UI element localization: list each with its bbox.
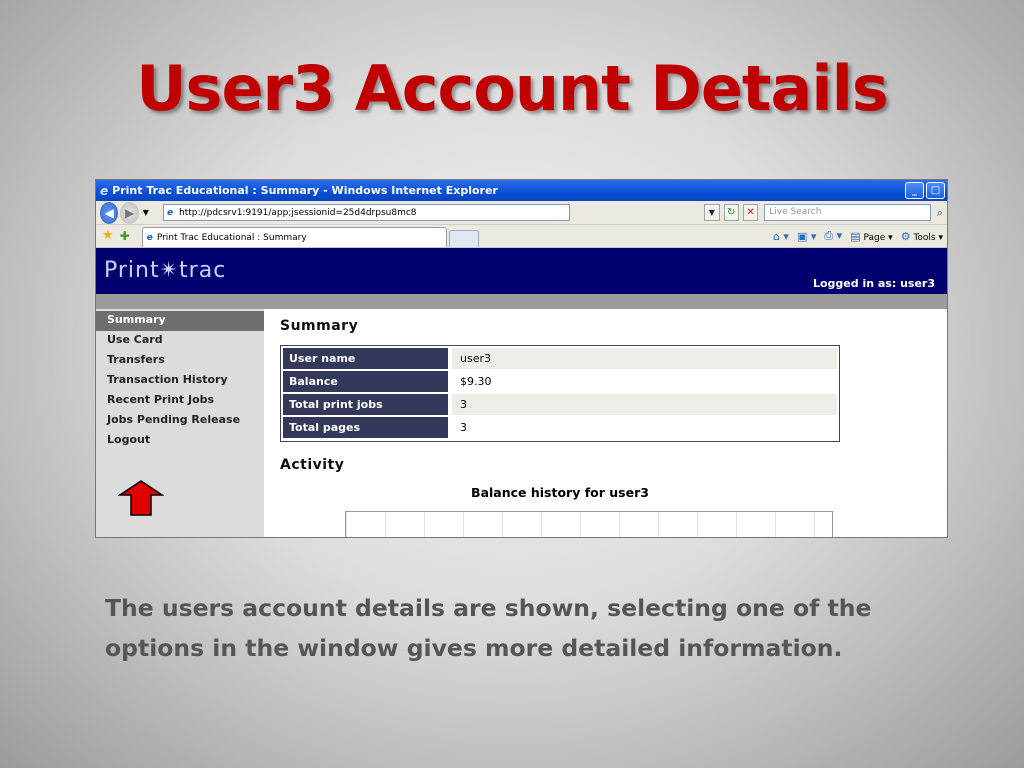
print-icon[interactable]: ⎙ ▾: [824, 229, 842, 243]
slide-caption: The users account details are shown, sel…: [105, 594, 872, 662]
table-row: User name user3: [283, 348, 837, 369]
sidebar-item-jobs-pending-release[interactable]: Jobs Pending Release: [96, 411, 264, 431]
address-bar[interactable]: e http://pdcsrv1:9191/app;jsessionid=25d…: [162, 204, 571, 221]
page-icon: e: [166, 207, 174, 218]
row-key: Total pages: [283, 417, 448, 438]
balance-chart-frame: [345, 511, 833, 537]
printtrac-header: Print✴trac Logged in as: user3: [96, 248, 947, 294]
table-row: Balance $9.30: [283, 371, 837, 392]
sidebar-item-use-card[interactable]: Use Card: [96, 331, 264, 351]
tab-bar: ★ ✚ e Print Trac Educational : Summary ⌂…: [96, 225, 947, 248]
new-tab-button[interactable]: [448, 230, 479, 247]
sidebar-item-recent-print-jobs[interactable]: Recent Print Jobs: [96, 391, 264, 411]
search-icon[interactable]: ⌕: [937, 206, 943, 220]
refresh-button[interactable]: ↻: [723, 204, 739, 221]
feeds-icon[interactable]: ▣ ▾: [797, 230, 816, 243]
favorites-star-icon[interactable]: ★: [102, 228, 114, 243]
minimize-button[interactable]: _: [905, 182, 924, 199]
back-button[interactable]: ◀: [100, 201, 119, 224]
up-arrow-icon: [118, 480, 164, 516]
row-value: 3: [460, 421, 467, 434]
page-body: Summary Use Card Transfers Transaction H…: [96, 309, 947, 537]
activity-heading: Activity: [280, 457, 345, 473]
address-dropdown-button[interactable]: ▼: [704, 204, 720, 221]
history-dropdown-icon[interactable]: ▼: [143, 208, 149, 217]
row-value: $9.30: [460, 375, 492, 388]
address-toolbar: ◀ ▶ ▼ e http://pdcsrv1:9191/app;jsession…: [96, 201, 947, 225]
sidebar-item-logout[interactable]: Logout: [96, 431, 264, 451]
tab-ie-icon: e: [146, 232, 153, 243]
page-menu-icon: ▤: [850, 229, 861, 243]
row-value: 3: [452, 394, 837, 415]
sidebar-item-transaction-history[interactable]: Transaction History: [96, 371, 264, 391]
header-divider: [96, 294, 947, 309]
tab-label: Print Trac Educational : Summary: [156, 232, 307, 243]
row-key: Total print jobs: [283, 394, 448, 415]
window-controls: _ □: [905, 182, 945, 199]
main-content: Summary User name user3 Balance $9.30 To…: [264, 309, 947, 537]
maximize-button[interactable]: □: [926, 182, 945, 199]
row-key: User name: [283, 348, 448, 369]
command-bar: ⌂ ▾ ▣ ▾ ⎙ ▾ ▤ Page ▾ ⚙ Tools ▾: [773, 229, 943, 243]
tab-summary[interactable]: e Print Trac Educational : Summary: [141, 227, 447, 247]
table-row: Total pages 3: [283, 417, 837, 438]
gear-icon: ⚙: [900, 229, 911, 243]
summary-heading: Summary: [280, 318, 359, 334]
chart-title: Balance history for user3: [471, 485, 649, 500]
summary-table: User name user3 Balance $9.30 Total prin…: [280, 345, 840, 442]
page-menu[interactable]: ▤ Page ▾: [850, 230, 892, 243]
browser-screenshot: e Print Trac Educational : Summary - Win…: [95, 179, 948, 538]
stop-button[interactable]: ✕: [742, 204, 759, 221]
address-text: http://pdcsrv1:9191/app;jsessionid=25d4d…: [179, 207, 417, 218]
sidebar-item-transfers[interactable]: Transfers: [96, 351, 264, 371]
sidebar: Summary Use Card Transfers Transaction H…: [96, 309, 264, 537]
window-title: Print Trac Educational : Summary - Windo…: [112, 184, 498, 197]
search-input[interactable]: Live Search: [764, 204, 931, 221]
forward-button[interactable]: ▶: [120, 201, 139, 224]
ie-logo-icon: e: [100, 183, 109, 198]
table-row: Total print jobs 3: [283, 394, 837, 415]
tools-menu[interactable]: ⚙ Tools ▾: [901, 230, 943, 243]
add-favorites-icon[interactable]: ✚: [120, 229, 130, 243]
home-icon[interactable]: ⌂ ▾: [773, 230, 789, 243]
row-value: user3: [452, 348, 837, 369]
sidebar-item-summary[interactable]: Summary: [96, 311, 264, 331]
printtrac-logo: Print✴trac: [104, 258, 227, 283]
slide-title: User3 Account Details: [136, 52, 889, 125]
logged-in-label: Logged in as: user3: [812, 277, 935, 290]
row-key: Balance: [283, 371, 448, 392]
window-titlebar: e Print Trac Educational : Summary - Win…: [96, 180, 947, 201]
